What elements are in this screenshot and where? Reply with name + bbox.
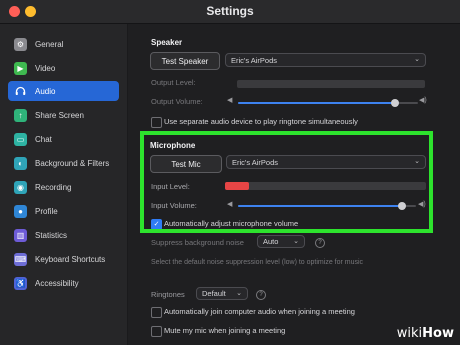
output-volume-label: Output Volume:	[151, 97, 203, 106]
sidebar-item-label: Chat	[35, 134, 52, 144]
video-icon: ▶	[14, 61, 27, 75]
output-level-label: Output Level:	[151, 78, 196, 87]
sidebar-item-recording[interactable]: ◉ Recording	[8, 177, 119, 197]
volume-low-icon: ◀	[227, 97, 233, 104]
sidebar-item-label: Profile	[35, 206, 58, 216]
sidebar-item-statistics[interactable]: ▥ Statistics	[8, 225, 119, 245]
accessibility-icon: ♿	[14, 276, 27, 290]
sidebar-item-label: General	[35, 39, 64, 49]
volume-high-icon: ◀)	[419, 97, 427, 104]
highlight-box	[140, 131, 433, 233]
auto-join-audio-label: Automatically join computer audio when j…	[164, 307, 355, 316]
auto-join-audio-checkbox[interactable]	[151, 307, 162, 318]
info-icon[interactable]: ?	[256, 290, 266, 300]
chat-icon: ▭	[14, 132, 27, 146]
gear-icon: ⚙	[14, 37, 27, 51]
headphones-icon	[14, 85, 27, 98]
ringtones-value: Default	[202, 289, 226, 298]
chevron-down-icon: ⌄	[414, 56, 420, 63]
output-volume-thumb[interactable]	[390, 99, 399, 107]
background-icon: ◐	[14, 156, 27, 170]
sidebar-item-label: Recording	[35, 182, 72, 192]
window-title: Settings	[206, 4, 254, 18]
mute-on-join-checkbox[interactable]	[151, 326, 162, 337]
sidebar-item-keyboard-shortcuts[interactable]: ⌨ Keyboard Shortcuts	[8, 249, 119, 269]
sidebar-item-label: Share Screen	[35, 110, 84, 120]
sidebar-item-label: Keyboard Shortcuts	[35, 254, 106, 264]
separate-ringtone-checkbox[interactable]	[151, 117, 162, 128]
recording-icon: ◉	[14, 180, 27, 194]
sidebar-item-chat[interactable]: ▭ Chat	[8, 129, 119, 149]
speaker-section-title: Speaker	[151, 38, 183, 47]
test-speaker-button[interactable]: Test Speaker	[150, 52, 220, 70]
suppress-noise-label: Suppress background noise	[151, 238, 244, 247]
noise-help-text: Select the default noise suppression lev…	[151, 259, 364, 266]
separate-ringtone-label: Use separate audio device to play ringto…	[164, 117, 358, 126]
title-bar: Settings	[0, 0, 460, 24]
share-screen-icon: ↑	[14, 108, 27, 122]
output-volume-slider[interactable]	[238, 99, 418, 107]
sidebar-item-general[interactable]: ⚙ General	[8, 34, 119, 54]
sidebar-item-label: Accessibility	[35, 278, 79, 288]
mute-on-join-label: Mute my mic when joining a meeting	[164, 326, 286, 335]
profile-icon: ●	[14, 204, 27, 218]
sidebar-item-video[interactable]: ▶ Video	[8, 58, 119, 78]
sidebar-item-accessibility[interactable]: ♿ Accessibility	[8, 273, 119, 293]
chevron-down-icon: ⌄	[293, 238, 299, 245]
speaker-device-select[interactable]: Eric's AirPods ⌄	[225, 53, 426, 67]
info-icon[interactable]: ?	[315, 238, 325, 248]
ringtones-label: Ringtones	[151, 290, 185, 299]
noise-suppression-value: Auto	[263, 237, 279, 246]
keyboard-icon: ⌨	[14, 252, 27, 266]
sidebar-item-label: Audio	[35, 86, 56, 96]
speaker-device-value: Eric's AirPods	[231, 55, 278, 65]
statistics-icon: ▥	[14, 228, 27, 242]
sidebar-item-audio[interactable]: Audio	[8, 81, 119, 101]
ringtones-select[interactable]: Default ⌄	[196, 287, 248, 300]
sidebar: ⚙ General ▶ Video Audio ↑ Share Screen ▭…	[0, 24, 128, 345]
wikihow-watermark: wikiHow	[396, 326, 454, 341]
sidebar-item-label: Video	[35, 63, 56, 73]
sidebar-item-background-filters[interactable]: ◐ Background & Filters	[8, 153, 119, 173]
output-level-meter	[237, 80, 425, 88]
sidebar-item-share-screen[interactable]: ↑ Share Screen	[8, 105, 119, 125]
chevron-down-icon: ⌄	[236, 290, 242, 297]
noise-suppression-select[interactable]: Auto ⌄	[257, 235, 305, 248]
sidebar-item-label: Background & Filters	[35, 158, 110, 168]
output-volume-fill	[238, 102, 395, 104]
sidebar-item-label: Statistics	[35, 230, 68, 240]
sidebar-item-profile[interactable]: ● Profile	[8, 201, 119, 221]
